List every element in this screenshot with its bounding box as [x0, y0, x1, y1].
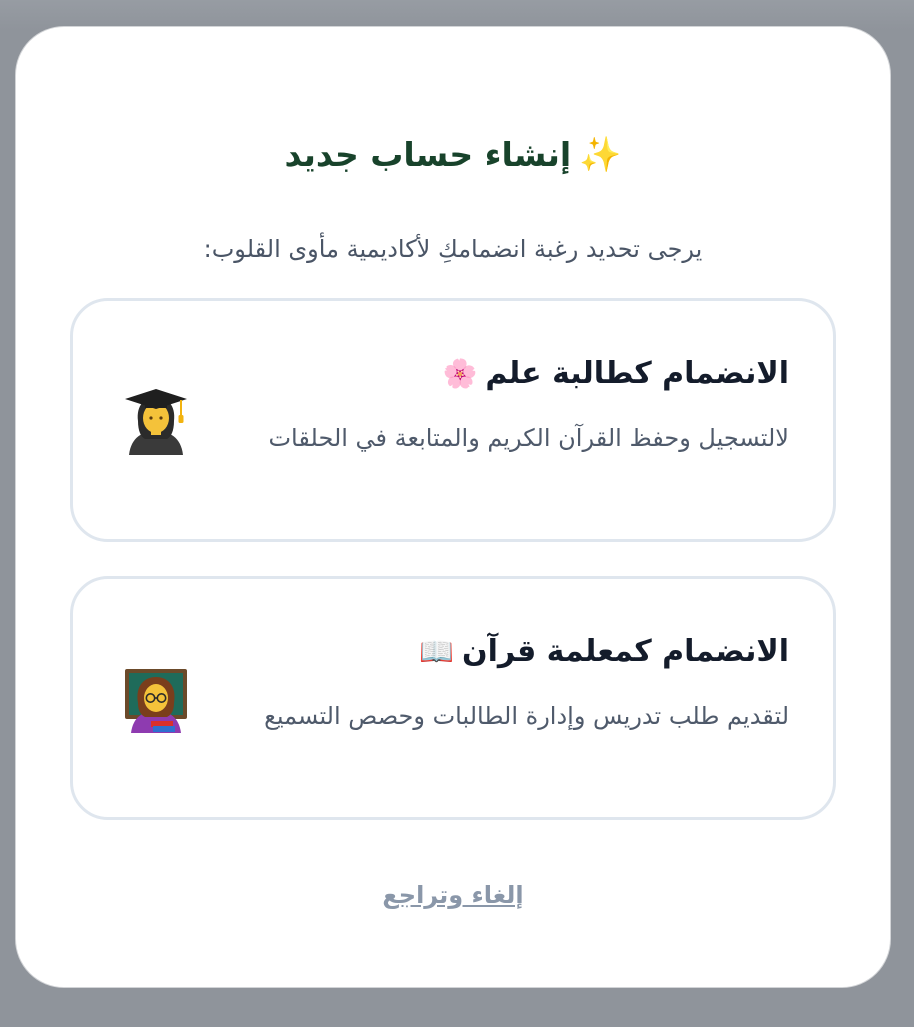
modal-title-text: إنشاء حساب جديد	[284, 135, 572, 174]
modal-backdrop	[0, 0, 914, 30]
teacher-card-title: الانضمام كمعلمة قرآن📖	[259, 627, 789, 677]
teacher-card-description: لتقديم طلب تدريس وإدارة الطالبات وحصص ال…	[264, 702, 789, 730]
student-card-title-text: الانضمام كطالبة علم	[485, 356, 789, 391]
modal-title: ✨إنشاء حساب جديد	[16, 125, 890, 185]
join-as-student-card[interactable]: الانضمام كطالبة علم🌸 لالتسجيل وحفظ القرآ…	[70, 298, 836, 542]
student-graduate-icon	[125, 389, 187, 455]
create-account-modal: ✨إنشاء حساب جديد يرجى تحديد رغبة انضمامك…	[16, 27, 890, 987]
teacher-card-text: الانضمام كمعلمة قرآن📖 لتقديم طلب تدريس و…	[259, 627, 789, 741]
teacher-icon	[125, 669, 187, 733]
student-card-description: لالتسجيل وحفظ القرآن الكريم والمتابعة في…	[268, 424, 789, 452]
student-card-title: الانضمام كطالبة علم🌸	[259, 349, 789, 399]
student-card-text: الانضمام كطالبة علم🌸 لالتسجيل وحفظ القرآ…	[259, 349, 789, 463]
open-book-icon: 📖	[419, 635, 455, 668]
sparkles-icon: ✨	[579, 135, 622, 175]
teacher-card-title-text: الانضمام كمعلمة قرآن	[462, 634, 789, 669]
modal-subtitle: يرجى تحديد رغبة انضمامكِ لأكاديمية مأوى …	[203, 235, 703, 263]
cherry-blossom-icon: 🌸	[442, 357, 478, 390]
join-as-teacher-card[interactable]: الانضمام كمعلمة قرآن📖 لتقديم طلب تدريس و…	[70, 576, 836, 820]
cancel-link[interactable]: إلغاء وتراجع	[16, 875, 890, 915]
